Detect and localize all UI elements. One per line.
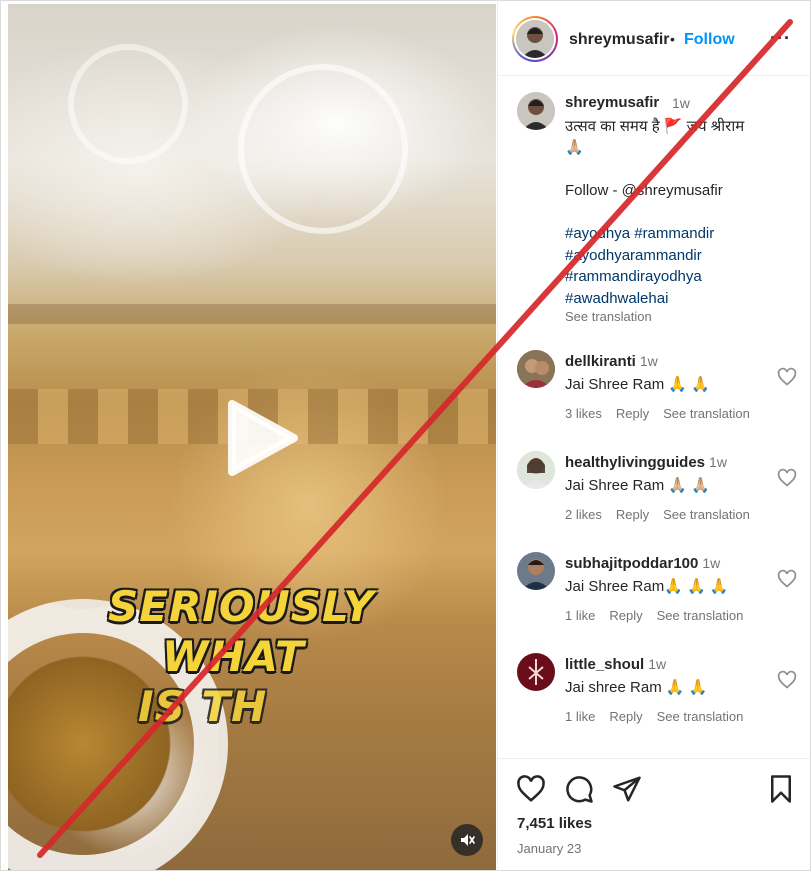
comment-timestamp: 1w <box>648 656 667 672</box>
bookmark-icon[interactable] <box>766 774 796 804</box>
video-caption-line: SERIOUSLY <box>108 582 375 631</box>
comment-username[interactable]: subhajitpoddar100 1w <box>565 555 720 572</box>
caption-emoji: 🙏🏼 <box>565 139 584 156</box>
comment-username[interactable]: little_shoul 1w <box>565 656 666 673</box>
video-caption-line: WHAT <box>162 632 305 681</box>
caption-hashtags[interactable]: #ayodhya #rammandir <box>565 225 714 242</box>
commenter-avatar[interactable] <box>517 653 555 691</box>
comment-timestamp: 1w <box>639 353 658 369</box>
mute-button[interactable] <box>451 824 483 856</box>
heart-icon[interactable] <box>777 569 797 589</box>
comment-item: dellkiranti 1w Jai Shree Ram 🙏 🙏 3 likes R… <box>498 350 811 442</box>
see-translation-link[interactable]: See translation <box>657 608 744 623</box>
comment-meta: 1 like Reply See translation <box>565 709 757 724</box>
commenter-avatar[interactable] <box>517 552 555 590</box>
caption-text: उत्सव का समय है 🚩 जय श्रीराम <box>565 118 745 135</box>
comment-icon[interactable] <box>564 774 594 804</box>
comment-item: subhajitpoddar100 1w Jai Shree Ram🙏 🙏 🙏 1… <box>498 552 811 644</box>
comment-meta: 1 like Reply See translation <box>565 608 757 623</box>
caption-avatar-image <box>517 92 555 130</box>
comment-timestamp: 1w <box>709 454 727 470</box>
caption-hashtags[interactable]: #rammandirayodhya <box>565 268 702 285</box>
reply-button[interactable]: Reply <box>609 709 642 724</box>
separator-dot: • <box>670 31 675 47</box>
heart-icon[interactable] <box>516 774 546 804</box>
post-video[interactable]: SERIOUSLY WHAT IS TH <box>8 4 496 870</box>
heart-icon[interactable] <box>777 670 797 690</box>
comment-username[interactable]: healthylivingguides 1w <box>565 454 727 471</box>
commenter-avatar-image <box>517 451 555 489</box>
follow-button[interactable]: Follow <box>684 31 735 49</box>
comment-meta: 3 likes Reply See translation <box>565 406 764 421</box>
commenter-avatar-image <box>517 653 555 691</box>
caption-hashtags[interactable]: #awadhwalehai <box>565 290 668 307</box>
more-options-icon[interactable]: ··· <box>770 28 791 49</box>
comment-likes[interactable]: 1 like <box>565 608 595 623</box>
heart-icon[interactable] <box>777 468 797 488</box>
comment-username[interactable]: dellkiranti 1w <box>565 353 658 370</box>
see-translation-link[interactable]: See translation <box>657 709 744 724</box>
comment-text: Jai Shree Ram🙏 🙏 🙏 <box>565 578 729 595</box>
see-translation-link[interactable]: See translation <box>663 507 750 522</box>
reply-button[interactable]: Reply <box>616 507 649 522</box>
comment-item: little_shoul 1w Jai shree Ram 🙏 🙏 1 like R… <box>498 653 811 745</box>
reply-button[interactable]: Reply <box>616 406 649 421</box>
comment-text: Jai shree Ram 🙏 🙏 <box>565 679 708 696</box>
comment-likes[interactable]: 2 likes <box>565 507 602 522</box>
commenter-avatar[interactable] <box>517 350 555 388</box>
reply-button[interactable]: Reply <box>609 608 642 623</box>
share-icon[interactable] <box>612 774 642 804</box>
comment-meta: 2 likes Reply See translation <box>565 507 764 522</box>
comment-text: Jai Shree Ram 🙏🏼 🙏🏼 <box>565 477 710 494</box>
caption-avatar[interactable] <box>517 92 555 130</box>
caption-timestamp[interactable]: 1w <box>672 95 690 111</box>
post-actions: 7,451 likes January 23 <box>498 758 811 871</box>
carving-decoration <box>238 64 408 234</box>
comment-likes[interactable]: 1 like <box>565 709 595 724</box>
author-avatar-image <box>516 20 554 58</box>
like-count[interactable]: 7,451 likes <box>517 815 592 832</box>
author-username[interactable]: shreymusafir <box>569 31 670 49</box>
carving-decoration <box>68 44 188 164</box>
caption-follow-mention: Follow - @shreymusafir <box>565 182 723 199</box>
commenter-avatar[interactable] <box>517 451 555 489</box>
post-sidebar: shreymusafir • Follow ··· shreymusafir 1… <box>497 0 811 871</box>
post-header: shreymusafir • Follow ··· <box>498 0 811 76</box>
commenter-avatar-image <box>517 552 555 590</box>
commenter-avatar-image <box>517 350 555 388</box>
see-translation-link[interactable]: See translation <box>663 406 750 421</box>
caption-see-translation[interactable]: See translation <box>565 309 652 324</box>
post-date[interactable]: January 23 <box>517 841 581 856</box>
comment-timestamp: 1w <box>702 555 721 571</box>
caption-hashtags[interactable]: #ayodhyarammandir <box>565 247 702 264</box>
mute-icon <box>461 834 475 846</box>
caption-username[interactable]: shreymusafir <box>565 94 659 111</box>
play-icon[interactable] <box>218 396 302 480</box>
comment-likes[interactable]: 3 likes <box>565 406 602 421</box>
heart-icon[interactable] <box>777 367 797 387</box>
frieze-band <box>8 304 496 324</box>
video-caption-line: IS TH <box>138 682 268 731</box>
author-avatar[interactable] <box>512 16 558 62</box>
comment-item: healthylivingguides 1w Jai Shree Ram 🙏🏼 🙏… <box>498 451 811 543</box>
comment-text: Jai Shree Ram 🙏 🙏 <box>565 376 710 393</box>
